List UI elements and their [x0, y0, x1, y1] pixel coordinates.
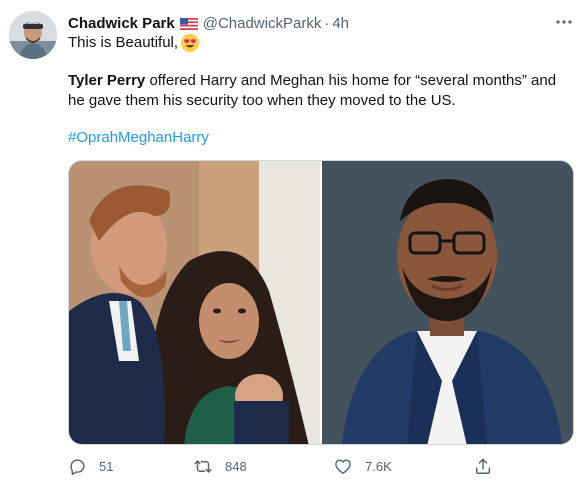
- like-count: 7.6K: [365, 458, 392, 474]
- photo-tyler-perry[interactable]: [322, 161, 573, 444]
- action-bar: 51 848 7.6K: [68, 455, 498, 477]
- mention-name: Tyler Perry: [68, 72, 146, 89]
- retweet-button[interactable]: 848: [193, 455, 247, 477]
- heart-eyes-emoji-icon: [180, 33, 200, 53]
- reply-count: 51: [99, 458, 114, 474]
- separator-dot: ·: [324, 14, 330, 32]
- more-dots-icon[interactable]: [552, 10, 576, 34]
- photo-harry-meghan[interactable]: [69, 161, 320, 444]
- retweet-icon: [193, 457, 213, 476]
- hashtag-link[interactable]: #OprahMeghanHarry: [68, 128, 209, 148]
- author-handle[interactable]: @ChadwickParkk: [203, 15, 322, 32]
- timestamp[interactable]: 4h: [332, 15, 349, 32]
- tweet-first-line: This is Beautiful,: [68, 33, 200, 53]
- author-name[interactable]: Chadwick Park: [68, 15, 175, 32]
- us-flag-icon: [179, 17, 198, 30]
- tweet-header: Chadwick Park @ChadwickParkk · 4h: [68, 13, 349, 33]
- retweet-count: 848: [225, 458, 247, 474]
- share-button[interactable]: [473, 455, 493, 477]
- share-icon: [473, 457, 493, 476]
- reply-button[interactable]: 51: [68, 455, 113, 477]
- media-grid: [68, 160, 574, 445]
- tweet[interactable]: Chadwick Park @ChadwickParkk · 4h This i…: [0, 0, 579, 488]
- first-line-text: This is Beautiful,: [68, 34, 179, 51]
- like-button[interactable]: 7.6K: [333, 455, 392, 477]
- heart-icon: [333, 457, 353, 476]
- avatar[interactable]: [9, 11, 57, 59]
- reply-icon: [68, 457, 87, 476]
- tweet-body: Tyler Perry offered Harry and Meghan his…: [68, 71, 568, 111]
